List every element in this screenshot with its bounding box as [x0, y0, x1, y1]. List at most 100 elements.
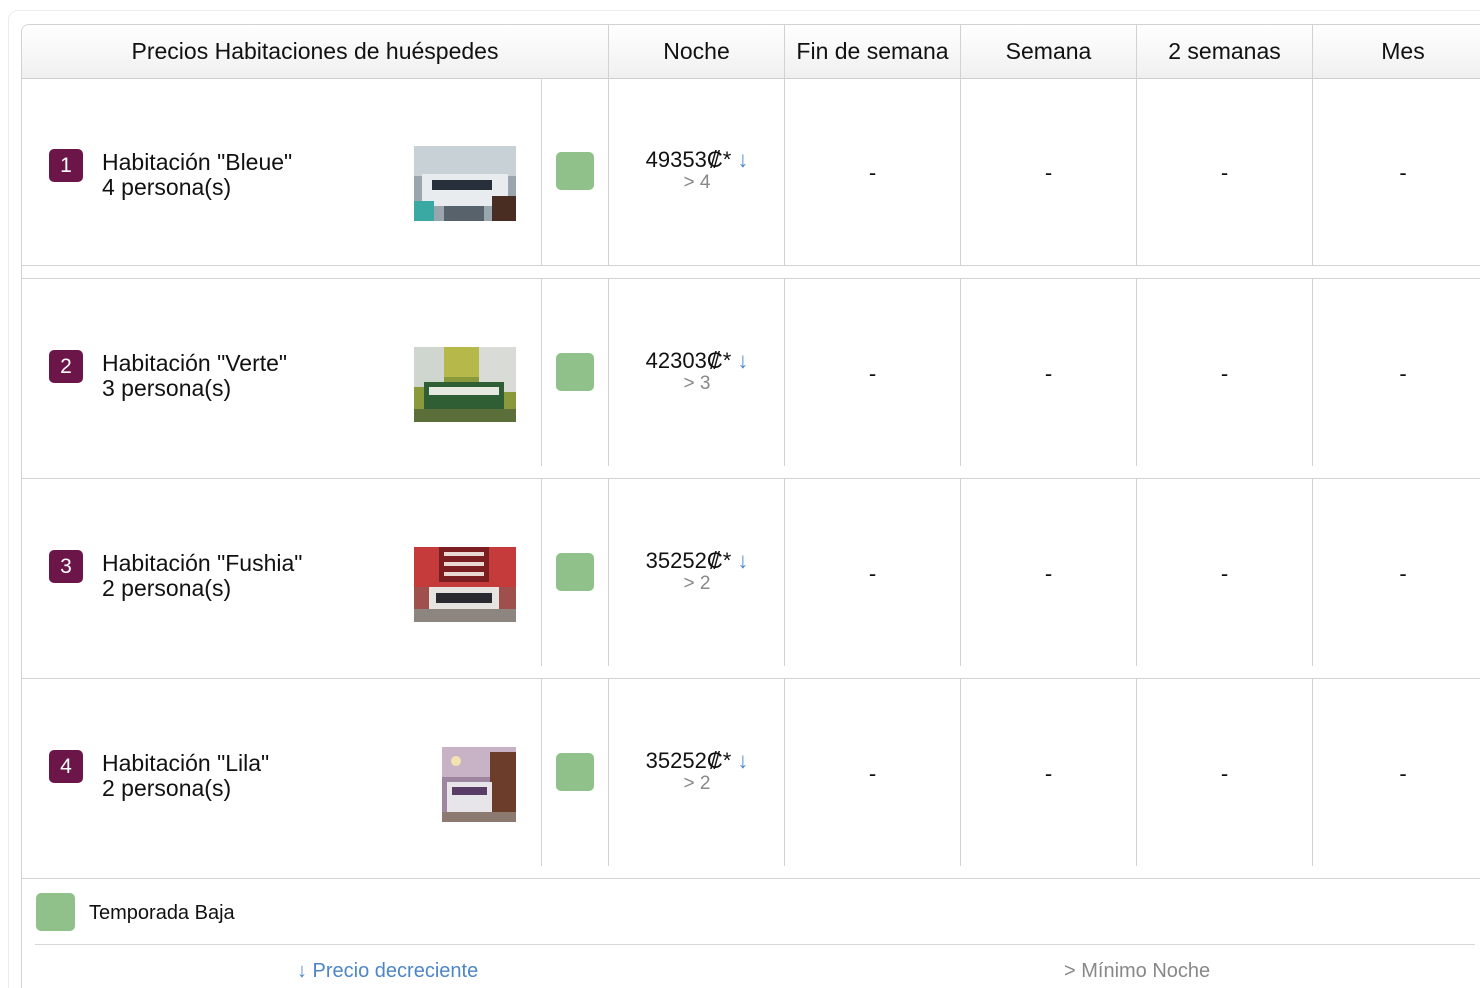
room-number-badge: 4	[49, 750, 83, 783]
two-weeks-price: -	[1220, 761, 1229, 786]
weekend-price-cell: -	[785, 679, 961, 866]
decreasing-arrow-icon: ↓	[737, 748, 749, 773]
season-legend-label: Temporada Baja	[89, 902, 235, 924]
month-price: -	[1399, 160, 1407, 185]
prices-table: Precios Habitaciones de huéspedes Noche …	[21, 24, 1480, 988]
minimum-night-legend: > Mínimo Noche	[1064, 960, 1211, 982]
min-nights: > 2	[683, 773, 711, 794]
season-cell	[542, 479, 609, 666]
room-capacity: 4 persona(s)	[102, 174, 232, 200]
two-weeks-price-cell: -	[1137, 279, 1313, 466]
week-price: -	[1044, 761, 1053, 786]
night-price-cell: 42303₡* ↓ > 3	[609, 279, 785, 466]
week-price: -	[1044, 361, 1053, 386]
table-row: 2 Habitación "Verte" 3 persona(s) 42303₡…	[22, 279, 1480, 467]
weekend-price-cell: -	[785, 78, 961, 265]
row-divider	[22, 866, 1480, 879]
season-swatch	[556, 753, 594, 791]
night-price: 35252₡* ↓	[609, 549, 785, 573]
weekend-price: -	[868, 761, 877, 786]
column-header-weekend: Fin de semana	[785, 25, 961, 78]
room-cell: 2 Habitación "Verte" 3 persona(s)	[22, 279, 542, 466]
room-capacity: 2 persona(s)	[102, 575, 232, 601]
blue-room-photo[interactable]	[414, 146, 516, 221]
column-header-month: Mes	[1381, 38, 1425, 64]
two-weeks-price-cell: -	[1137, 479, 1313, 666]
week-price: -	[1044, 561, 1053, 586]
week-price-cell: -	[961, 679, 1137, 866]
month-price: -	[1399, 561, 1407, 586]
two-weeks-price: -	[1220, 561, 1229, 586]
room-capacity: 2 persona(s)	[102, 775, 232, 801]
min-nights: > 2	[683, 573, 711, 594]
min-nights: > 3	[683, 373, 711, 394]
decreasing-arrow-icon: ↓	[737, 348, 749, 373]
weekend-price-cell: -	[785, 479, 961, 666]
table-row: 1 Habitación "Bleue" 4 persona(s) 49353₡…	[22, 78, 1480, 266]
night-price-cell: 35252₡* ↓ > 2	[609, 679, 785, 866]
row-divider	[22, 466, 1480, 479]
month-price-cell: -	[1313, 679, 1480, 866]
room-name: Habitación "Bleue"	[102, 149, 293, 175]
season-legend-swatch	[36, 893, 75, 931]
room-number-badge: 1	[49, 149, 83, 182]
season-swatch	[556, 553, 594, 591]
row-divider	[22, 666, 1480, 679]
night-price: 49353₡* ↓	[609, 148, 785, 172]
two-weeks-price-cell: -	[1137, 679, 1313, 866]
price-value: 35252₡*	[645, 748, 732, 773]
legend: Temporada Baja ↓ Precio decreciente > Mí…	[22, 880, 1480, 988]
week-price: -	[1044, 160, 1053, 185]
two-weeks-price: -	[1220, 160, 1229, 185]
season-cell	[542, 78, 609, 265]
weekend-price-cell: -	[785, 279, 961, 466]
season-swatch	[556, 353, 594, 391]
room-cell: 1 Habitación "Bleue" 4 persona(s)	[22, 78, 542, 265]
table-row: 4 Habitación "Lila" 2 persona(s) 35252₡*…	[22, 679, 1480, 867]
table-title: Precios Habitaciones de huéspedes	[22, 25, 609, 78]
night-price-cell: 35252₡* ↓ > 2	[609, 479, 785, 666]
season-cell	[542, 679, 609, 866]
week-price-cell: -	[961, 479, 1137, 666]
decreasing-arrow-icon: ↓	[737, 147, 749, 172]
green-room-photo[interactable]	[414, 347, 516, 422]
season-cell	[542, 279, 609, 466]
table-header: Precios Habitaciones de huéspedes Noche …	[22, 25, 1480, 79]
legend-divider	[35, 944, 1475, 945]
weekend-price: -	[868, 160, 877, 185]
table-row: 3 Habitación "Fushia" 2 persona(s) 35252…	[22, 479, 1480, 667]
room-number-badge: 3	[49, 550, 83, 583]
month-price: -	[1399, 361, 1407, 386]
room-number-badge: 2	[49, 350, 83, 383]
night-price: 42303₡* ↓	[609, 349, 785, 373]
column-header-week: Semana	[961, 25, 1137, 78]
decreasing-arrow-icon: ↓	[737, 548, 749, 573]
weekend-price: -	[868, 361, 877, 386]
min-nights: > 4	[683, 172, 711, 193]
page: Precios Habitaciones de huéspedes Noche …	[0, 0, 1480, 988]
month-price: -	[1399, 761, 1407, 786]
night-price-cell: 49353₡* ↓ > 4	[609, 78, 785, 265]
night-price: 35252₡* ↓	[609, 749, 785, 773]
price-value: 49353₡*	[645, 147, 732, 172]
room-cell: 3 Habitación "Fushia" 2 persona(s)	[22, 479, 542, 666]
room-name: Habitación "Fushia"	[102, 550, 303, 576]
season-swatch	[556, 152, 594, 190]
two-weeks-price-cell: -	[1137, 78, 1313, 265]
room-capacity: 3 persona(s)	[102, 375, 232, 401]
column-header-two-weeks: 2 semanas	[1137, 25, 1313, 78]
room-name: Habitación "Lila"	[102, 750, 270, 776]
room-name: Habitación "Verte"	[102, 350, 288, 376]
price-value: 35252₡*	[645, 548, 732, 573]
month-price-cell: -	[1313, 78, 1480, 265]
two-weeks-price: -	[1220, 361, 1229, 386]
weekend-price: -	[868, 561, 877, 586]
fuchsia-room-photo[interactable]	[414, 547, 516, 622]
row-divider	[22, 266, 1480, 279]
week-price-cell: -	[961, 279, 1137, 466]
week-price-cell: -	[961, 78, 1137, 265]
month-price-cell: -	[1313, 479, 1480, 666]
month-price-cell: -	[1313, 279, 1480, 466]
room-cell: 4 Habitación "Lila" 2 persona(s)	[22, 679, 542, 866]
lilac-room-photo[interactable]	[442, 747, 516, 822]
